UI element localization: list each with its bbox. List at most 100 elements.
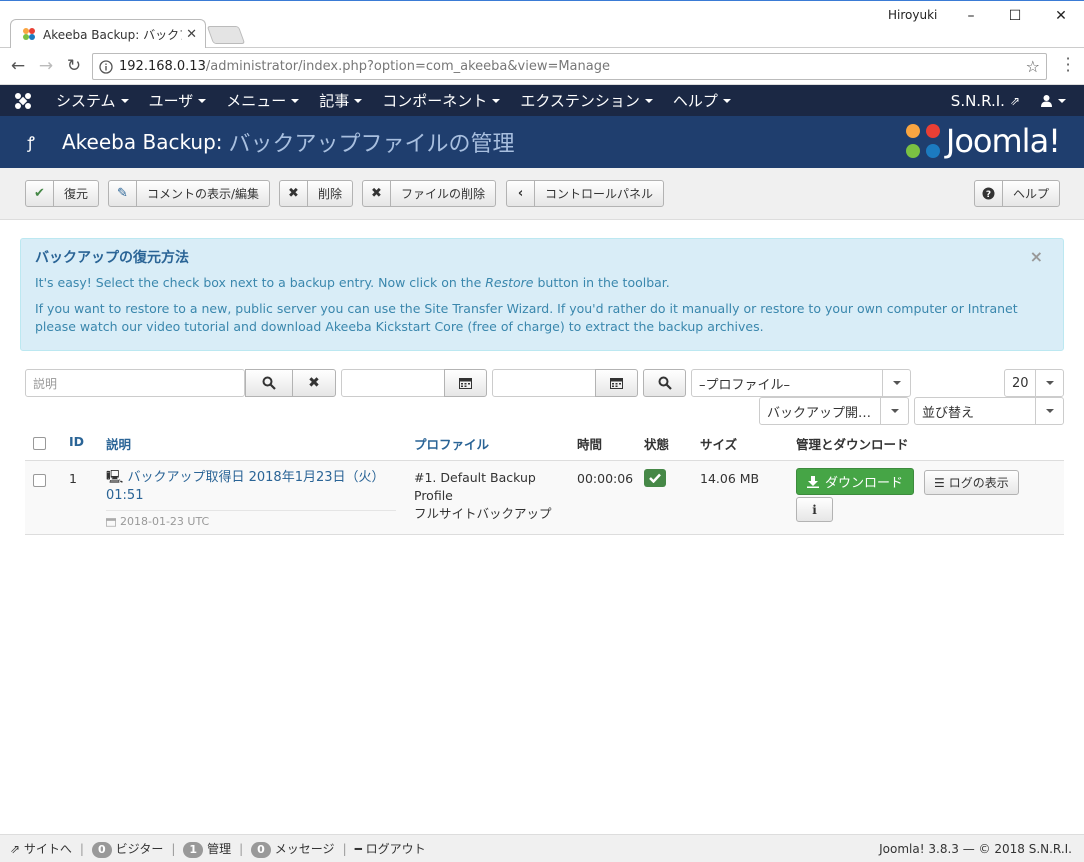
alert-emphasis: Restore (485, 275, 534, 290)
row-description-cell: 🖳 バックアップ取得日 2018年1月23日（火）01:51 2018-01-2… (106, 469, 396, 528)
browser-tab[interactable]: Akeeba Backup: バックア ✕ (10, 19, 206, 48)
col-profile[interactable]: プロファイル (414, 434, 489, 453)
window-border (0, 0, 1084, 1)
download-button[interactable]: ダウンロード (796, 468, 915, 495)
delete-button[interactable]: ✖ 削除 (279, 180, 354, 207)
sort-field-select[interactable]: バックアップ開… (759, 397, 909, 425)
control-panel-button[interactable]: ‹ コントロールパネル (506, 180, 665, 207)
close-icon[interactable]: × (1030, 247, 1043, 266)
profile-select[interactable]: –プロファイル– (691, 369, 911, 397)
site-link[interactable]: S.N.R.I. ⇗ (941, 85, 1030, 116)
clear-search-button[interactable]: ✖ (292, 369, 336, 397)
browser-menu-icon[interactable]: · · · (1060, 51, 1076, 79)
search-input[interactable]: 説明 (25, 369, 245, 397)
profile-select-value: –プロファイル– (699, 377, 791, 393)
comment-label: コメントの表示/編集 (147, 187, 260, 201)
back-button[interactable]: ← (6, 54, 30, 78)
info-icon[interactable] (99, 59, 113, 74)
help-button[interactable]: ? ヘルプ (974, 180, 1061, 207)
new-tab-button[interactable] (206, 26, 246, 44)
chevron-down-icon (1035, 398, 1063, 424)
table-row: 1 🖳 バックアップ取得日 2018年1月23日（火）01:51 2018-01… (25, 460, 1064, 535)
date-from-calendar-button[interactable] (444, 369, 487, 397)
url-field[interactable]: 192.168.0.13/administrator/index.php?opt… (92, 53, 1047, 80)
select-all-checkbox[interactable] (33, 437, 46, 450)
user-menu[interactable] (1030, 85, 1084, 116)
date-to-calendar-button[interactable] (595, 369, 638, 397)
x-icon: ✖ (280, 181, 308, 206)
maximize-button[interactable]: ☐ (992, 4, 1038, 28)
menu-components[interactable]: コンポーネント (372, 85, 510, 116)
search-button[interactable] (245, 369, 293, 397)
view-log-button[interactable]: ☰ ログの表示 (924, 470, 1019, 495)
bookmark-star-icon[interactable]: ☆ (1026, 57, 1040, 76)
col-id[interactable]: ID (69, 434, 84, 449)
backup-description-link[interactable]: 🖳 バックアップ取得日 2018年1月23日（火）01:51 (106, 469, 396, 505)
menu-label: 記事 (319, 92, 350, 110)
sort-order-select[interactable]: 並び替え (914, 397, 1064, 425)
alert-text: button in the toolbar. (533, 275, 670, 290)
check-icon: ✔ (26, 181, 54, 206)
akeeba-icon: ꝭ (27, 133, 35, 152)
menu-system[interactable]: システム (46, 85, 139, 116)
date-from-field[interactable] (341, 369, 445, 397)
forward-button[interactable]: → (34, 54, 58, 78)
menu-users[interactable]: ユーザ (139, 85, 217, 116)
tab-title: Akeeba Backup: バックア (43, 27, 183, 42)
close-window-button[interactable]: ✕ (1038, 4, 1084, 28)
visitors-badge: 0 (91, 841, 112, 858)
visitors-label: ビジター (115, 841, 164, 856)
delete-label: 削除 (318, 187, 343, 201)
page-subtitle: バックアップファイルの管理 (228, 132, 515, 157)
comment-edit-button[interactable]: ✎ コメントの表示/編集 (108, 180, 271, 207)
info-button[interactable]: i (796, 497, 833, 522)
external-link-icon: ⇗ (1009, 93, 1020, 108)
checkbox[interactable] (33, 437, 46, 450)
status-bar: ⇗ サイトへ | 0 ビジター | 1 管理 | 0 メッセージ | ━ ログアウト … (0, 834, 1084, 862)
question-icon: ? (975, 181, 1003, 206)
caret-down-icon (644, 98, 653, 103)
messages-badge: 0 (251, 841, 271, 858)
reload-button[interactable]: ↻ (62, 54, 86, 78)
calendar-icon (610, 378, 623, 389)
checkbox[interactable] (33, 474, 46, 487)
menu-extensions[interactable]: エクステンション (510, 85, 663, 116)
col-description[interactable]: 説明 (106, 434, 131, 453)
restore-button[interactable]: ✔ 復元 (25, 180, 100, 207)
col-status: 状態 (644, 437, 670, 452)
menu-content[interactable]: 記事 (309, 85, 372, 116)
admins-label: 管理 (207, 841, 232, 856)
tab-close-icon[interactable]: ✕ (186, 27, 197, 42)
joomla-logo-icon[interactable] (0, 92, 46, 110)
logout-label: ログアウト (365, 842, 426, 856)
limit-select[interactable]: 20 (1004, 369, 1064, 397)
delete-files-button[interactable]: ✖ ファイルの削除 (362, 180, 497, 207)
menu-label: ユーザ (148, 92, 194, 110)
search-icon (262, 376, 276, 390)
divider: | (239, 841, 244, 856)
logout-link[interactable]: ━ ログアウト (355, 840, 426, 857)
view-site-link[interactable]: ⇗ サイトへ (10, 840, 72, 857)
minimize-button[interactable]: – (948, 4, 994, 28)
limit-value: 20 (1012, 375, 1029, 391)
divider: | (342, 841, 347, 856)
divider: | (171, 841, 176, 856)
row-checkbox[interactable] (33, 474, 46, 487)
messages-link[interactable]: 0 メッセージ (251, 840, 335, 858)
date-search-button[interactable] (643, 369, 686, 397)
restore-label: 復元 (64, 187, 89, 201)
external-link-icon: ⇗ (10, 842, 21, 856)
menu-menus[interactable]: メニュー (216, 85, 309, 116)
download-label: ダウンロード (825, 476, 904, 491)
profile-name: #1. Default Backup Profile (414, 470, 536, 503)
caret-down-icon (291, 98, 300, 103)
date-to-field[interactable] (492, 369, 596, 397)
caret-down-icon (354, 98, 363, 103)
chevron-left-icon: ‹ (507, 181, 535, 206)
joomla-logo-icon (905, 124, 940, 158)
x-icon: ✖ (363, 181, 391, 206)
menu-help[interactable]: ヘルプ (663, 85, 741, 116)
joomla-brand-logo: Joomla! (904, 122, 1061, 160)
caret-down-icon (198, 98, 207, 103)
delete-files-label: ファイルの削除 (401, 187, 486, 201)
